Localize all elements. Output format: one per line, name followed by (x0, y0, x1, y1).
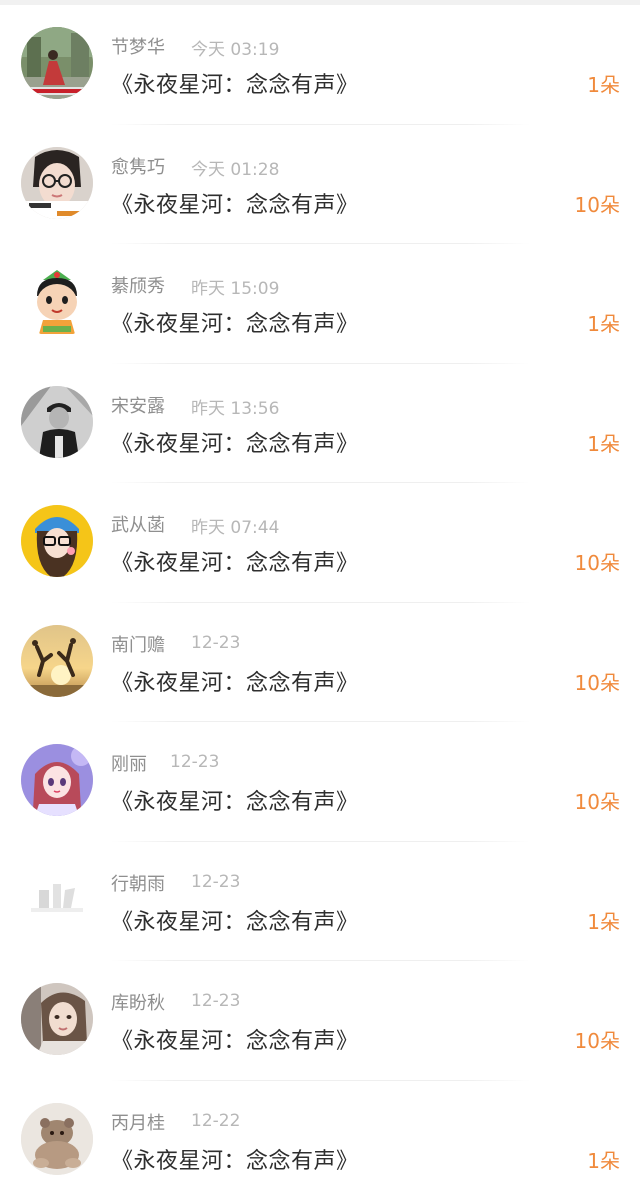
list-item[interactable]: 武从菡 昨天 07:44 《永夜星河：念念有声》 10朵 (0, 483, 640, 603)
gift-title: 《永夜星河：念念有声》 (111, 545, 359, 577)
avatar[interactable] (21, 386, 93, 458)
gift-title: 《永夜星河：念念有声》 (111, 665, 359, 697)
avatar[interactable] (21, 864, 93, 936)
avatar[interactable] (21, 147, 93, 219)
list-item[interactable]: 丙月桂 12-22 《永夜星河：念念有声》 1朵 (0, 1081, 640, 1200)
user-name: 南门赡 (111, 631, 165, 657)
gift-title: 《永夜星河：念念有声》 (111, 1143, 359, 1175)
user-name: 库盼秋 (111, 989, 165, 1015)
list-item[interactable]: 刚丽 12-23 《永夜星河：念念有声》 10朵 (0, 722, 640, 842)
list-item[interactable]: 南门赡 12-23 《永夜星河：念念有声》 10朵 (0, 603, 640, 723)
gift-amount: 1朵 (587, 906, 620, 935)
avatar[interactable] (21, 1103, 93, 1175)
gift-title: 《永夜星河：念念有声》 (111, 784, 359, 816)
list-item[interactable]: 宋安露 昨天 13:56 《永夜星河：念念有声》 1朵 (0, 364, 640, 484)
timestamp: 今天 03:19 (191, 35, 279, 60)
timestamp: 12-22 (191, 1111, 240, 1131)
user-name: 行朝雨 (111, 870, 165, 896)
gift-amount: 1朵 (587, 308, 620, 337)
user-name: 节梦华 (111, 33, 165, 59)
gift-amount: 1朵 (587, 428, 620, 457)
gift-amount: 10朵 (575, 786, 620, 815)
user-name: 丙月桂 (111, 1109, 165, 1135)
timestamp: 12-23 (191, 633, 240, 653)
gift-title: 《永夜星河：念念有声》 (111, 306, 359, 338)
timestamp: 昨天 13:56 (191, 394, 279, 419)
timestamp: 12-23 (191, 872, 240, 892)
avatar[interactable] (21, 266, 93, 338)
gift-amount: 10朵 (575, 1025, 620, 1054)
timestamp: 昨天 15:09 (191, 274, 279, 299)
user-name: 武从菡 (111, 511, 165, 537)
list-item[interactable]: 愈隽巧 今天 01:28 《永夜星河：念念有声》 10朵 (0, 125, 640, 245)
gift-amount: 1朵 (587, 1145, 620, 1174)
avatar[interactable] (21, 625, 93, 697)
timestamp: 12-23 (191, 991, 240, 1011)
gift-title: 《永夜星河：念念有声》 (111, 187, 359, 219)
gift-amount: 10朵 (575, 547, 620, 576)
avatar[interactable] (21, 505, 93, 577)
avatar[interactable] (21, 744, 93, 816)
timestamp: 今天 01:28 (191, 155, 279, 180)
gift-title: 《永夜星河：念念有声》 (111, 904, 359, 936)
gift-amount: 10朵 (575, 667, 620, 696)
user-name: 愈隽巧 (111, 153, 165, 179)
timestamp: 12-23 (170, 752, 219, 772)
gift-list: 节梦华 今天 03:19 《永夜星河：念念有声》 1朵 愈隽巧 今天 01:28… (0, 5, 640, 1200)
user-name: 宋安露 (111, 392, 165, 418)
timestamp: 昨天 07:44 (191, 513, 279, 538)
list-item[interactable]: 綦颀秀 昨天 15:09 《永夜星河：念念有声》 1朵 (0, 244, 640, 364)
list-item[interactable]: 库盼秋 12-23 《永夜星河：念念有声》 10朵 (0, 961, 640, 1081)
list-item[interactable]: 节梦华 今天 03:19 《永夜星河：念念有声》 1朵 (0, 5, 640, 125)
user-name: 刚丽 (111, 750, 147, 776)
avatar[interactable] (21, 983, 93, 1055)
gift-amount: 1朵 (587, 69, 620, 98)
avatar[interactable] (21, 27, 93, 99)
gift-amount: 10朵 (575, 189, 620, 218)
user-name: 綦颀秀 (111, 272, 165, 298)
gift-title: 《永夜星河：念念有声》 (111, 67, 359, 99)
gift-title: 《永夜星河：念念有声》 (111, 1023, 359, 1055)
list-item[interactable]: 行朝雨 12-23 《永夜星河：念念有声》 1朵 (0, 842, 640, 962)
gift-title: 《永夜星河：念念有声》 (111, 426, 359, 458)
